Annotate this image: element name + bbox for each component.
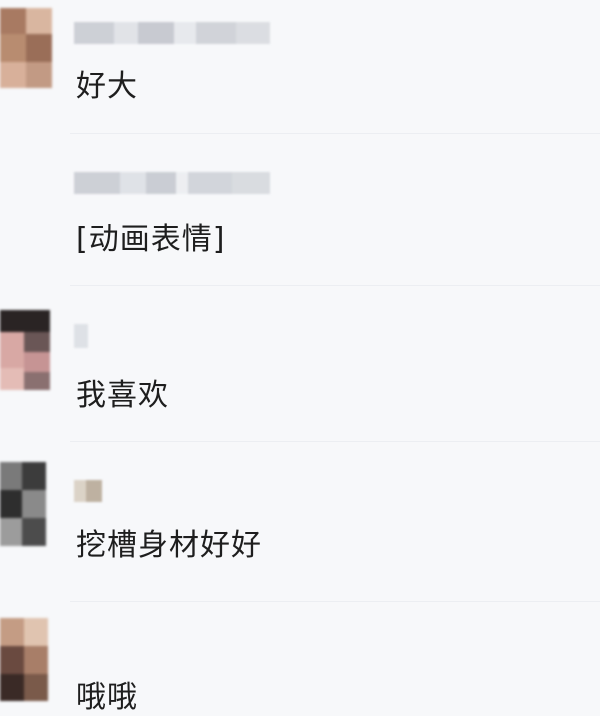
avatar[interactable] bbox=[0, 310, 50, 390]
list-item[interactable]: [动画表情] bbox=[0, 134, 600, 286]
comment-text: 好大 bbox=[76, 69, 138, 104]
username-blurred bbox=[74, 480, 102, 502]
avatar[interactable] bbox=[0, 462, 46, 546]
avatar[interactable] bbox=[0, 8, 52, 88]
list-item[interactable]: 哦哦 bbox=[0, 602, 600, 715]
comment-text: 我喜欢 bbox=[76, 378, 169, 413]
comment-list: 好大 [动画表情] 我喜欢 挖槽身材好好 哦哦 bbox=[0, 0, 600, 715]
username-blurred bbox=[74, 22, 270, 44]
avatar[interactable] bbox=[0, 618, 48, 701]
comment-text: 哦哦 bbox=[76, 680, 138, 715]
list-item[interactable]: 好大 bbox=[0, 0, 600, 134]
username-blurred bbox=[74, 172, 270, 194]
username-blurred bbox=[74, 324, 88, 348]
comment-text: [动画表情] bbox=[76, 222, 226, 257]
list-item[interactable]: 我喜欢 bbox=[0, 286, 600, 442]
comment-text: 挖槽身材好好 bbox=[76, 528, 262, 563]
list-item[interactable]: 挖槽身材好好 bbox=[0, 442, 600, 602]
